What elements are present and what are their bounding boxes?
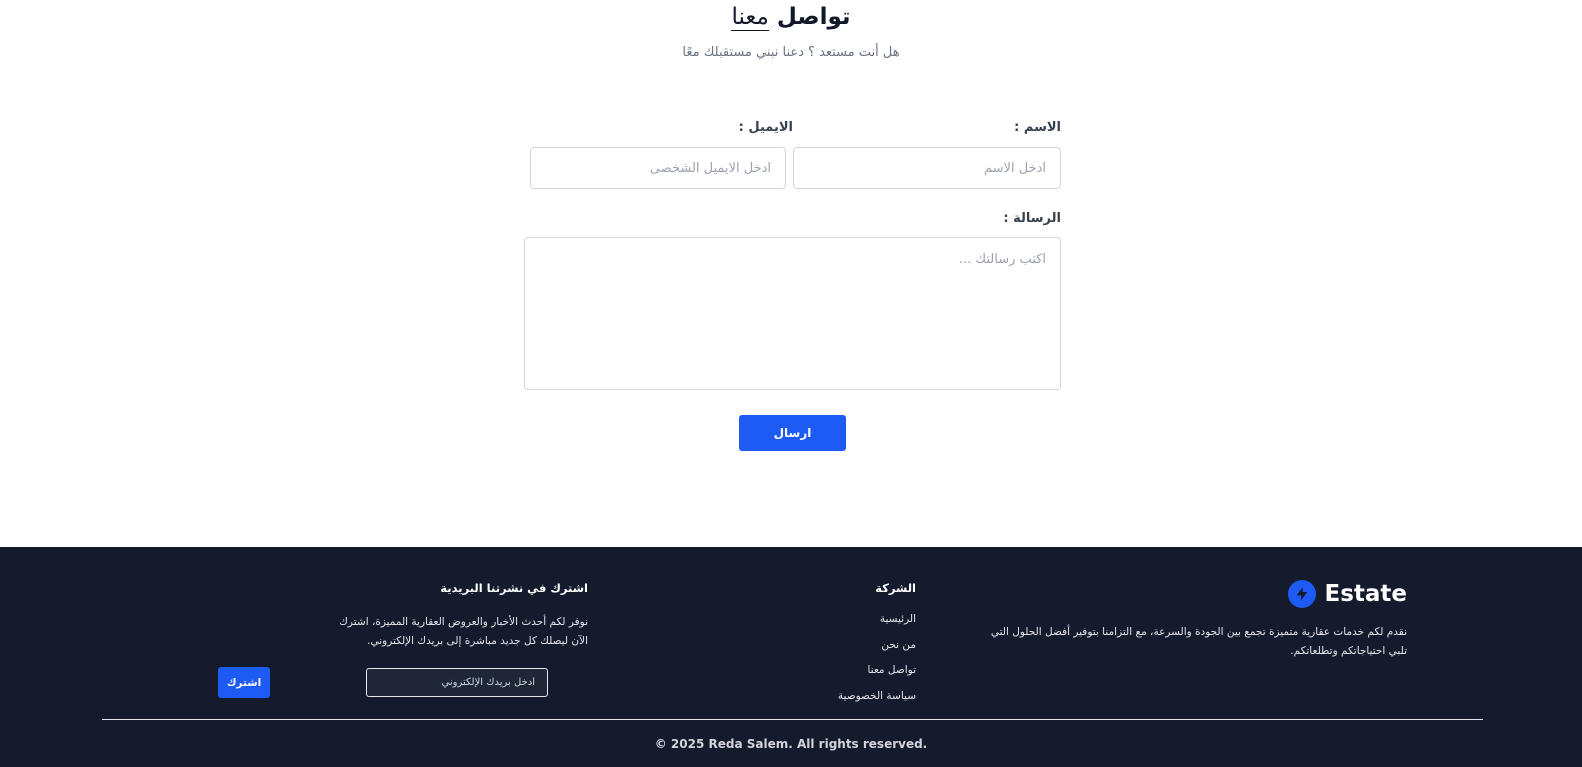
email-input[interactable] bbox=[530, 147, 786, 189]
subscribe-button[interactable]: اشترك bbox=[218, 667, 270, 698]
company-links: الرئيسية من نحن تواصل معنا سياسة الخصوصي… bbox=[838, 611, 916, 713]
email-label: الايميل : bbox=[738, 120, 793, 135]
page-title: تواصل معنا bbox=[0, 4, 1582, 31]
message-label: الرسالة : bbox=[1003, 211, 1061, 226]
name-label: الاسم : bbox=[1014, 120, 1061, 135]
newsletter-title: اشترك في نشرتنا البريدية bbox=[440, 581, 588, 595]
message-textarea[interactable] bbox=[524, 237, 1061, 390]
title-accent: معنا bbox=[731, 4, 769, 31]
footer-link-about[interactable]: من نحن bbox=[838, 637, 916, 663]
footer-link-privacy[interactable]: سياسة الخصوصية bbox=[838, 688, 916, 714]
brand-logo[interactable]: Estate bbox=[1288, 580, 1407, 608]
footer-link-home[interactable]: الرئيسية bbox=[838, 611, 916, 637]
contact-section: تواصل معنا هل أنت مستعد ؟ دعنا نبني مستق… bbox=[0, 0, 1582, 547]
company-title: الشركة bbox=[875, 581, 916, 595]
brand-description: نقدم لكم خدمات عقارية متميزة تجمع بين ال… bbox=[990, 626, 1407, 657]
footer: Estate نقدم لكم خدمات عقارية متميزة تجمع… bbox=[0, 547, 1582, 767]
brand-name: Estate bbox=[1324, 581, 1407, 607]
copyright: © 2025 Reda Salem. All rights reserved. bbox=[654, 737, 928, 751]
newsletter-description: نوفر لكم أحدث الأخبار والعروض العقارية ا… bbox=[339, 616, 588, 647]
newsletter-email-input[interactable] bbox=[366, 668, 548, 697]
title-main: تواصل bbox=[776, 4, 851, 30]
footer-divider bbox=[102, 719, 1483, 720]
lightning-bolt-icon bbox=[1288, 580, 1317, 608]
page-subtitle: هل أنت مستعد ؟ دعنا نبني مستقبلك معًا bbox=[682, 45, 900, 60]
send-button[interactable]: ارسال bbox=[739, 415, 846, 451]
name-input[interactable] bbox=[793, 147, 1061, 189]
footer-link-contact[interactable]: تواصل معنا bbox=[838, 662, 916, 688]
